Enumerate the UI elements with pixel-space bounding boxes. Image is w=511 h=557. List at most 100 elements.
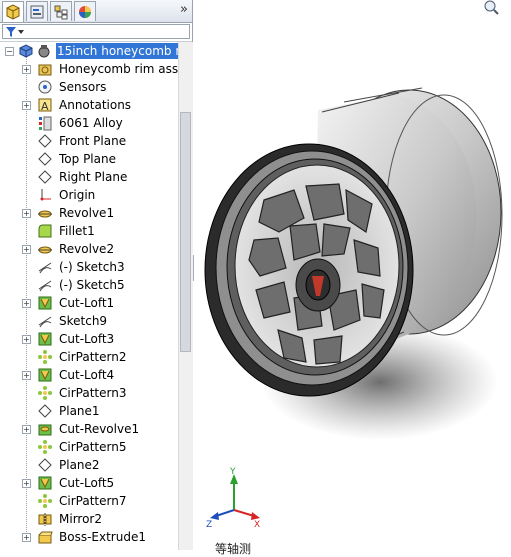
tree-item[interactable]: 6061 Alloy (0, 114, 178, 132)
plane-icon (38, 458, 52, 472)
tab-property-manager[interactable] (26, 1, 48, 21)
expand-toggle[interactable]: + (22, 101, 31, 110)
tree-item[interactable]: Fillet1 (0, 222, 178, 240)
tree-item-label: Cut-Loft3 (59, 332, 115, 346)
tree-item-label: Fillet1 (59, 224, 95, 238)
scrollbar-thumb[interactable] (180, 112, 191, 352)
tree-item[interactable]: Origin (0, 186, 178, 204)
tree-item[interactable]: Top Plane (0, 150, 178, 168)
tree-item[interactable]: Plane2 (0, 456, 178, 474)
cut-revolve-icon (38, 424, 52, 436)
mirror-icon (38, 513, 52, 526)
tree-item-label: Revolve1 (59, 206, 115, 220)
tree-item[interactable]: (-) Sketch5 (0, 276, 178, 294)
fillet-icon (38, 224, 52, 238)
tree-root-label: 15inch honeycomb ri (56, 43, 178, 59)
tab-display-manager[interactable] (74, 1, 96, 21)
svg-text:A: A (41, 100, 49, 113)
tree-item-label: Origin (59, 188, 96, 202)
revolve-icon (38, 246, 52, 254)
triad-y-label: Y (229, 467, 236, 477)
tree-item[interactable]: (-) Sketch3 (0, 258, 178, 276)
tree-item-label: Sketch9 (59, 314, 108, 328)
tree-item[interactable]: + Cut-Loft4 (0, 366, 178, 384)
tree-item-label: Honeycomb rim asse (59, 62, 178, 76)
tab-configuration-manager[interactable] (50, 1, 72, 21)
tree-item-label: (-) Sketch5 (59, 278, 125, 292)
expand-toggle[interactable]: + (22, 335, 31, 344)
tree-item-label: (-) Sketch3 (59, 260, 125, 274)
tree-item-label: Cut-Loft5 (59, 476, 115, 490)
expand-toggle[interactable]: + (22, 299, 31, 308)
expand-toggle[interactable]: + (22, 425, 31, 434)
plane-icon (38, 404, 52, 418)
tree-item[interactable]: Sensors (0, 78, 178, 96)
part-icon (19, 44, 33, 58)
plane-icon (38, 134, 52, 148)
property-manager-icon (30, 5, 44, 19)
tree-item[interactable]: CirPattern3 (0, 384, 178, 402)
configuration-manager-icon (54, 5, 68, 20)
feature-manager-icon (6, 4, 20, 20)
sketch-icon (38, 280, 52, 292)
triad-x-label: X (254, 520, 260, 530)
cut-loft-icon (38, 332, 52, 346)
origin-icon (40, 189, 51, 201)
tree-item[interactable]: + A Annotations (0, 96, 178, 114)
revolve-icon (38, 210, 52, 218)
tree-item[interactable]: + Cut-Loft1 (0, 294, 178, 312)
boss-extrude-icon (38, 531, 53, 544)
tree-item[interactable]: CirPattern7 (0, 492, 178, 510)
tree-item[interactable]: + Cut-Loft3 (0, 330, 178, 348)
panel-tab-bar: » (0, 0, 192, 23)
expand-toggle[interactable]: + (22, 65, 31, 74)
sensors-icon (38, 80, 52, 94)
tree-item[interactable]: + Honeycomb rim asse (0, 60, 178, 78)
tree-item-label: Cut-Loft1 (59, 296, 115, 310)
tree-item[interactable]: + Revolve2 (0, 240, 178, 258)
sketch-icon (38, 316, 52, 328)
plane-icon (38, 170, 52, 184)
expand-toggle[interactable]: + (22, 245, 31, 254)
more-tabs-button[interactable]: » (180, 2, 188, 17)
cut-loft-icon (38, 476, 52, 490)
tab-feature-manager[interactable] (2, 1, 24, 22)
tree-scrollbar[interactable] (178, 42, 193, 550)
circular-pattern-icon (38, 494, 52, 508)
expand-toggle[interactable]: + (22, 209, 31, 218)
tree-item[interactable]: CirPattern2 (0, 348, 178, 366)
tree-root-part[interactable]: − 15inch honeycomb ri (0, 42, 178, 60)
coordinate-triad[interactable]: Y X Z (206, 467, 260, 530)
tree-item-label: Sensors (59, 80, 107, 94)
zoom-icon[interactable] (484, 0, 499, 15)
feature-tree: − 15inch honeycomb ri + Honeycomb rim ass… (0, 42, 178, 550)
display-state-icon (38, 45, 50, 58)
tree-item[interactable]: Front Plane (0, 132, 178, 150)
cut-loft-icon (38, 296, 52, 310)
tree-item[interactable]: + Cut-Revolve1 (0, 420, 178, 438)
tree-item[interactable]: Sketch9 (0, 312, 178, 330)
circular-pattern-icon (38, 386, 52, 400)
feature-manager-panel: » − 15inch honeycomb ri + Honeycomb rim a… (0, 0, 193, 550)
plane-icon (38, 152, 52, 166)
tree-item[interactable]: Plane1 (0, 402, 178, 420)
tree-item-label: Cut-Loft4 (59, 368, 115, 382)
tree-item[interactable]: + Boss-Extrude1 (0, 528, 178, 546)
tree-item-label: CirPattern5 (59, 440, 127, 454)
tree-item[interactable]: + Cut-Loft5 (0, 474, 178, 492)
tree-filter-input[interactable] (2, 24, 190, 39)
collapse-toggle[interactable]: − (5, 47, 14, 56)
expand-toggle[interactable]: + (22, 479, 31, 488)
tree-item-label: CirPattern3 (59, 386, 127, 400)
display-manager-icon (79, 6, 91, 18)
circular-pattern-icon (38, 440, 52, 454)
expand-toggle[interactable]: + (22, 371, 31, 380)
graphics-viewport[interactable]: Y X Z (194, 0, 511, 550)
tree-item[interactable]: Right Plane (0, 168, 178, 186)
tree-item[interactable]: Mirror2 (0, 510, 178, 528)
wheel-model[interactable]: Y X Z (194, 0, 511, 550)
tree-item[interactable]: + Revolve1 (0, 204, 178, 222)
tree-item-label: Plane1 (59, 404, 100, 418)
expand-toggle[interactable]: + (22, 533, 31, 542)
tree-item[interactable]: CirPattern5 (0, 438, 178, 456)
